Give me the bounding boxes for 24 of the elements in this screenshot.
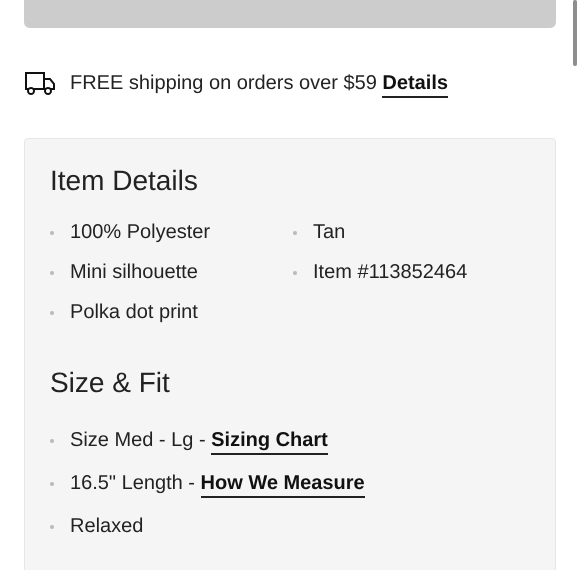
bullet-icon xyxy=(293,271,297,275)
bullet-icon xyxy=(50,525,54,529)
bullet-icon xyxy=(50,231,54,235)
truck-icon xyxy=(24,70,56,96)
detail-item: Item #113852464 xyxy=(313,261,468,284)
fit-item: Relaxed xyxy=(70,515,144,538)
detail-item: Mini silhouette xyxy=(70,261,198,284)
info-link[interactable]: Sizing Chart xyxy=(211,429,328,455)
detail-item: 100% Polyester xyxy=(70,221,210,244)
section-title: Size & Fit xyxy=(50,367,171,399)
info-link[interactable]: How We Measure xyxy=(200,472,365,498)
bullet-icon xyxy=(50,311,54,315)
fit-item: Size Med - Lg - Sizing Chart xyxy=(70,429,328,452)
bullet-icon xyxy=(50,271,54,275)
detail-item: Tan xyxy=(313,221,346,244)
details-link[interactable]: Details xyxy=(382,72,448,98)
bullet-icon xyxy=(50,439,54,443)
fit-item: 16.5" Length - How We Measure xyxy=(70,472,365,495)
scrollbar xyxy=(573,0,577,66)
detail-item: Polka dot print xyxy=(70,301,198,324)
shipping-text: FREE shipping on orders over $59 Details xyxy=(70,72,448,94)
bullet-icon xyxy=(50,482,54,486)
section-title: Item Details xyxy=(50,165,199,197)
bullet-icon xyxy=(293,231,297,235)
